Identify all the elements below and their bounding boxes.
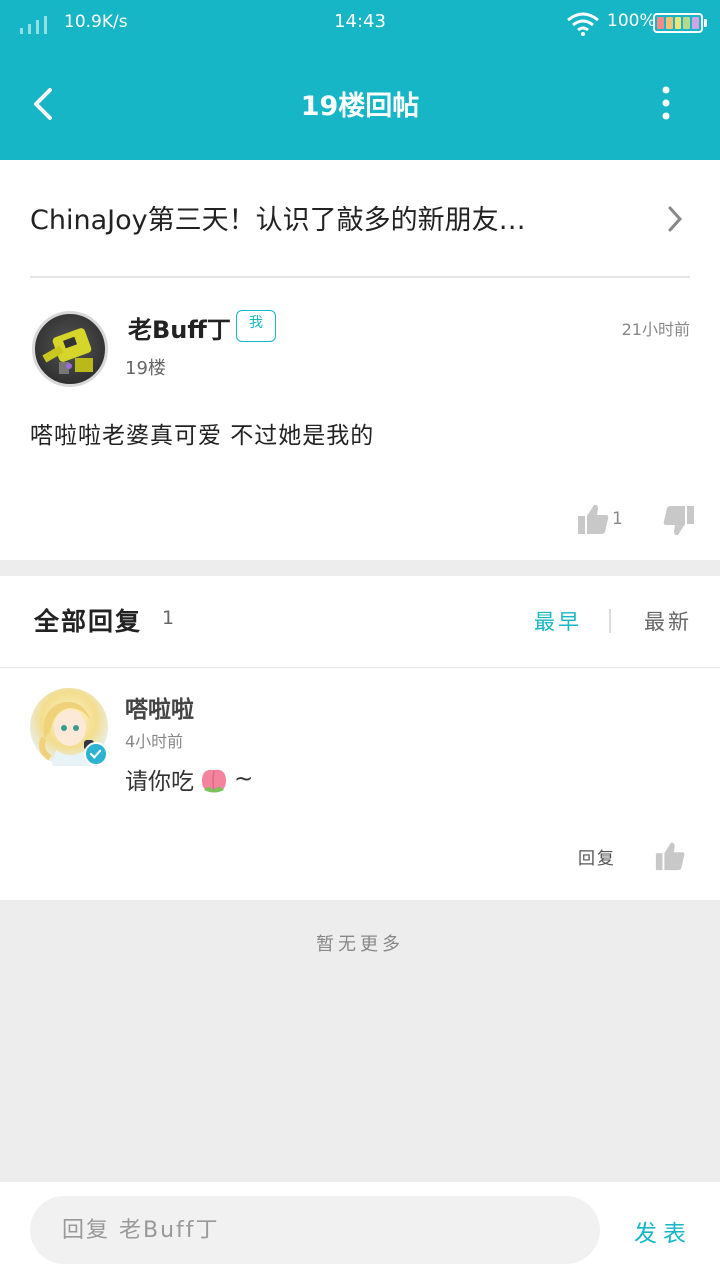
- reply-button[interactable]: 回复: [578, 844, 616, 869]
- no-more-text: 暂无更多: [316, 934, 404, 955]
- reply-suffix: ~: [234, 766, 254, 792]
- floor-number: 19楼: [125, 358, 166, 379]
- sort-divider: [609, 609, 611, 633]
- sort-latest-tab[interactable]: 最新: [644, 606, 692, 636]
- thumbs-up-icon[interactable]: [576, 502, 610, 536]
- robot-avatar-image: [42, 328, 93, 374]
- floor-post: ChinaJoy第三天！认识了敲多的新朋友… 老Buff丁 我 19楼 21小时…: [0, 160, 720, 560]
- thread-link[interactable]: ChinaJoy第三天！认识了敲多的新朋友…: [30, 160, 690, 278]
- replies-header: 全部回复 1 最早 最新: [0, 576, 720, 668]
- post-content: 嗒啦啦老婆真可爱 不过她是我的: [30, 423, 375, 449]
- wifi-icon: [567, 12, 599, 36]
- thumbs-down-icon[interactable]: [662, 504, 696, 538]
- reply-bar: 发表: [0, 1182, 720, 1280]
- chevron-right-icon: [668, 206, 683, 232]
- battery-percent: 100%: [607, 11, 656, 31]
- author-avatar[interactable]: [32, 311, 108, 387]
- me-badge: 我: [236, 310, 276, 342]
- sort-earliest-tab[interactable]: 最早: [534, 606, 582, 636]
- reply-time: 4小时前: [125, 732, 184, 751]
- page-title: 19楼回帖: [300, 91, 420, 122]
- replies-count: 1: [162, 607, 175, 629]
- replier-name[interactable]: 嗒啦啦: [125, 690, 194, 724]
- send-button[interactable]: 发表: [634, 1214, 692, 1248]
- reply-text: 请你吃: [125, 769, 194, 795]
- thread-title: ChinaJoy第三天！认识了敲多的新朋友…: [30, 205, 526, 236]
- reply-input[interactable]: [30, 1196, 600, 1264]
- peach-emoji-icon: [202, 769, 226, 793]
- battery-icon: [653, 13, 707, 33]
- app-bar: 19楼回帖: [0, 44, 720, 160]
- verified-check-icon: [84, 742, 108, 766]
- divider: [30, 897, 690, 899]
- more-vertical-icon[interactable]: [650, 84, 682, 124]
- replies-section: 全部回复 1 最早 最新 嗒啦啦 4小时前 请你吃 ~ 回复: [0, 576, 720, 900]
- reply-content: 请你吃 ~: [125, 762, 253, 796]
- post-time: 21小时前: [621, 320, 690, 339]
- status-bar: 10.9K/s 14:43 100%: [0, 0, 720, 44]
- replies-title: 全部回复: [34, 607, 143, 636]
- thumbs-up-icon[interactable]: [654, 840, 686, 872]
- like-count: 1: [612, 509, 623, 529]
- author-name[interactable]: 老Buff丁: [128, 310, 231, 345]
